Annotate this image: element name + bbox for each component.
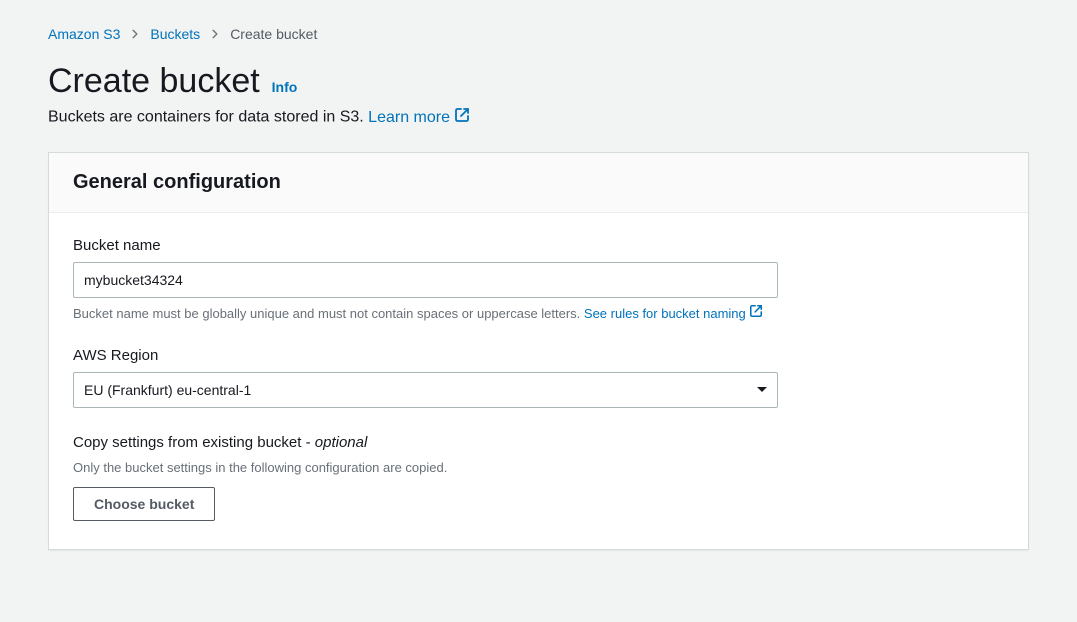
aws-region-label: AWS Region <box>73 347 1004 364</box>
info-link[interactable]: Info <box>272 79 298 95</box>
bucket-name-field: Bucket name Bucket name must be globally… <box>73 237 1004 321</box>
breadcrumb-amazon-s3[interactable]: Amazon S3 <box>48 26 120 42</box>
external-link-icon <box>454 110 470 127</box>
aws-region-field: AWS Region EU (Frankfurt) eu-central-1 <box>73 347 1004 408</box>
breadcrumb: Amazon S3 Buckets Create bucket <box>48 26 1029 42</box>
subtitle-text: Buckets are containers for data stored i… <box>48 109 368 126</box>
chevron-right-icon <box>130 29 140 39</box>
learn-more-link[interactable]: Learn more <box>368 109 470 126</box>
breadcrumb-current: Create bucket <box>230 26 317 42</box>
choose-bucket-button[interactable]: Choose bucket <box>73 487 215 521</box>
chevron-right-icon <box>210 29 220 39</box>
bucket-name-input[interactable] <box>73 262 778 298</box>
copy-settings-label: Copy settings from existing bucket - opt… <box>73 434 1004 451</box>
panel-header: General configuration <box>49 153 1028 213</box>
page-subtitle: Buckets are containers for data stored i… <box>48 107 1029 128</box>
bucket-name-hint: Bucket name must be globally unique and … <box>73 304 1004 321</box>
bucket-naming-rules-link[interactable]: See rules for bucket naming <box>584 306 764 321</box>
panel-title: General configuration <box>73 171 1004 194</box>
aws-region-value: EU (Frankfurt) eu-central-1 <box>73 372 778 408</box>
bucket-name-hint-text: Bucket name must be globally unique and … <box>73 306 584 321</box>
general-configuration-panel: General configuration Bucket name Bucket… <box>48 152 1029 550</box>
breadcrumb-buckets[interactable]: Buckets <box>150 26 200 42</box>
copy-settings-description: Only the bucket settings in the followin… <box>73 459 1004 477</box>
external-link-icon <box>749 306 763 321</box>
copy-settings-field: Copy settings from existing bucket - opt… <box>73 434 1004 521</box>
aws-region-select[interactable]: EU (Frankfurt) eu-central-1 <box>73 372 778 408</box>
bucket-name-label: Bucket name <box>73 237 1004 254</box>
page-title: Create bucket <box>48 62 260 101</box>
